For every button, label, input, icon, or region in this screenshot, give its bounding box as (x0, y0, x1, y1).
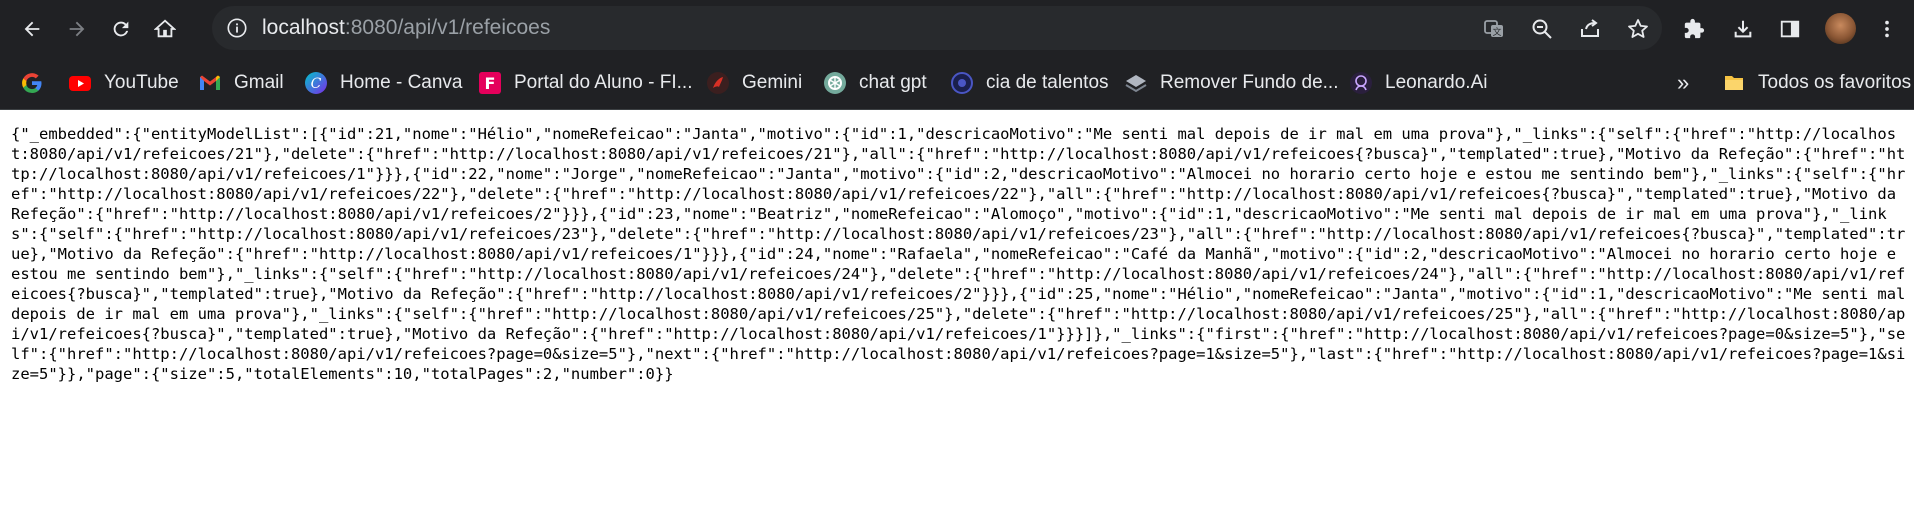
json-response-text: {"_embedded":{"entityModelList":[{"id":2… (11, 125, 1914, 383)
folder-icon (1722, 71, 1746, 95)
star-icon (1628, 19, 1648, 38)
url-text[interactable]: localhost:8080/api/v1/refeicoes (262, 16, 550, 40)
bookmark-label: Portal do Aluno - FI... (514, 72, 693, 93)
bookmark-label: YouTube (104, 72, 179, 93)
bookmark-label: Gmail (234, 72, 284, 93)
bookmark-youtube[interactable]: YouTube (68, 69, 179, 97)
share-icon (1581, 19, 1599, 37)
bookmark-chat-gpt[interactable]: chat gpt (823, 69, 927, 97)
canva-icon: C (304, 71, 328, 95)
bookmark-label: Gemini (742, 72, 803, 93)
info-icon[interactable] (226, 17, 248, 39)
translate-icon: 文 (1484, 20, 1503, 38)
bookmark-label: cia de talentos (986, 72, 1109, 93)
google-icon (20, 71, 44, 95)
side-panel-icon (1780, 20, 1800, 38)
bookmark-label: Home - Canva (340, 72, 463, 93)
bookmarks-bar: YouTube Gmail C Home - Canva F Portal do… (0, 57, 1914, 110)
bookmark-label: Leonardo.Ai (1385, 72, 1488, 93)
kebab-menu-icon (1885, 20, 1889, 38)
bookmark-canva[interactable]: C Home - Canva (304, 69, 463, 97)
reload-icon (113, 21, 129, 37)
home-icon (154, 19, 176, 38)
zoom-button[interactable] (1530, 17, 1554, 41)
leonardo-icon (1349, 71, 1373, 95)
translate-button[interactable]: 文 (1482, 17, 1506, 41)
all-bookmarks-folder[interactable]: Todos os favoritos (1722, 69, 1911, 97)
back-button[interactable] (15, 12, 49, 46)
svg-text:F: F (485, 74, 496, 93)
portal-icon: F (478, 71, 502, 95)
arrow-right-icon (69, 21, 85, 37)
address-bar[interactable]: localhost:8080/api/v1/refeicoes 文 (212, 6, 1662, 50)
bookmark-portal-aluno[interactable]: F Portal do Aluno - FI... (478, 69, 692, 97)
youtube-icon (68, 71, 92, 95)
bookmark-google[interactable] (20, 69, 56, 97)
bookmark-label: Remover Fundo de... (1160, 72, 1339, 93)
forward-button[interactable] (60, 12, 94, 46)
downloads-button[interactable] (1726, 12, 1760, 46)
bookmark-label: chat gpt (859, 72, 927, 93)
bookmarks-overflow-button[interactable]: » (1677, 69, 1689, 97)
bookmark-star-button[interactable] (1626, 17, 1650, 41)
bookmark-remover-fundo[interactable]: Remover Fundo de... (1124, 69, 1338, 97)
cia-icon (950, 71, 974, 95)
url-path: :8080/api/v1/refeicoes (344, 16, 551, 39)
url-host: localhost (262, 16, 345, 39)
gemini-icon (706, 71, 730, 95)
share-button[interactable] (1578, 17, 1602, 41)
bookmark-gmail[interactable]: Gmail (198, 69, 284, 97)
openai-icon (823, 71, 847, 95)
bookmark-gemini[interactable]: Gemini (706, 69, 802, 97)
svg-text:文: 文 (1492, 26, 1501, 38)
profile-avatar[interactable] (1825, 13, 1856, 44)
svg-text:C: C (311, 76, 322, 92)
download-icon (1734, 20, 1752, 38)
side-panel-button[interactable] (1773, 12, 1807, 46)
home-button[interactable] (148, 12, 182, 46)
reload-button[interactable] (104, 12, 138, 46)
menu-button[interactable] (1870, 12, 1904, 46)
all-bookmarks-label: Todos os favoritos (1758, 72, 1912, 93)
browser-toolbar: localhost:8080/api/v1/refeicoes 文 (0, 0, 1914, 57)
remover-fundo-icon (1124, 71, 1148, 95)
arrow-left-icon (24, 21, 40, 37)
zoom-out-icon (1532, 19, 1552, 39)
bookmark-leonardo-ai[interactable]: Leonardo.Ai (1349, 69, 1487, 97)
bookmark-cia-talentos[interactable]: cia de talentos (950, 69, 1109, 97)
puzzle-icon (1684, 18, 1705, 39)
extensions-button[interactable] (1677, 12, 1711, 46)
gmail-icon (198, 71, 222, 95)
chevron-double-right-icon: » (1677, 70, 1690, 95)
